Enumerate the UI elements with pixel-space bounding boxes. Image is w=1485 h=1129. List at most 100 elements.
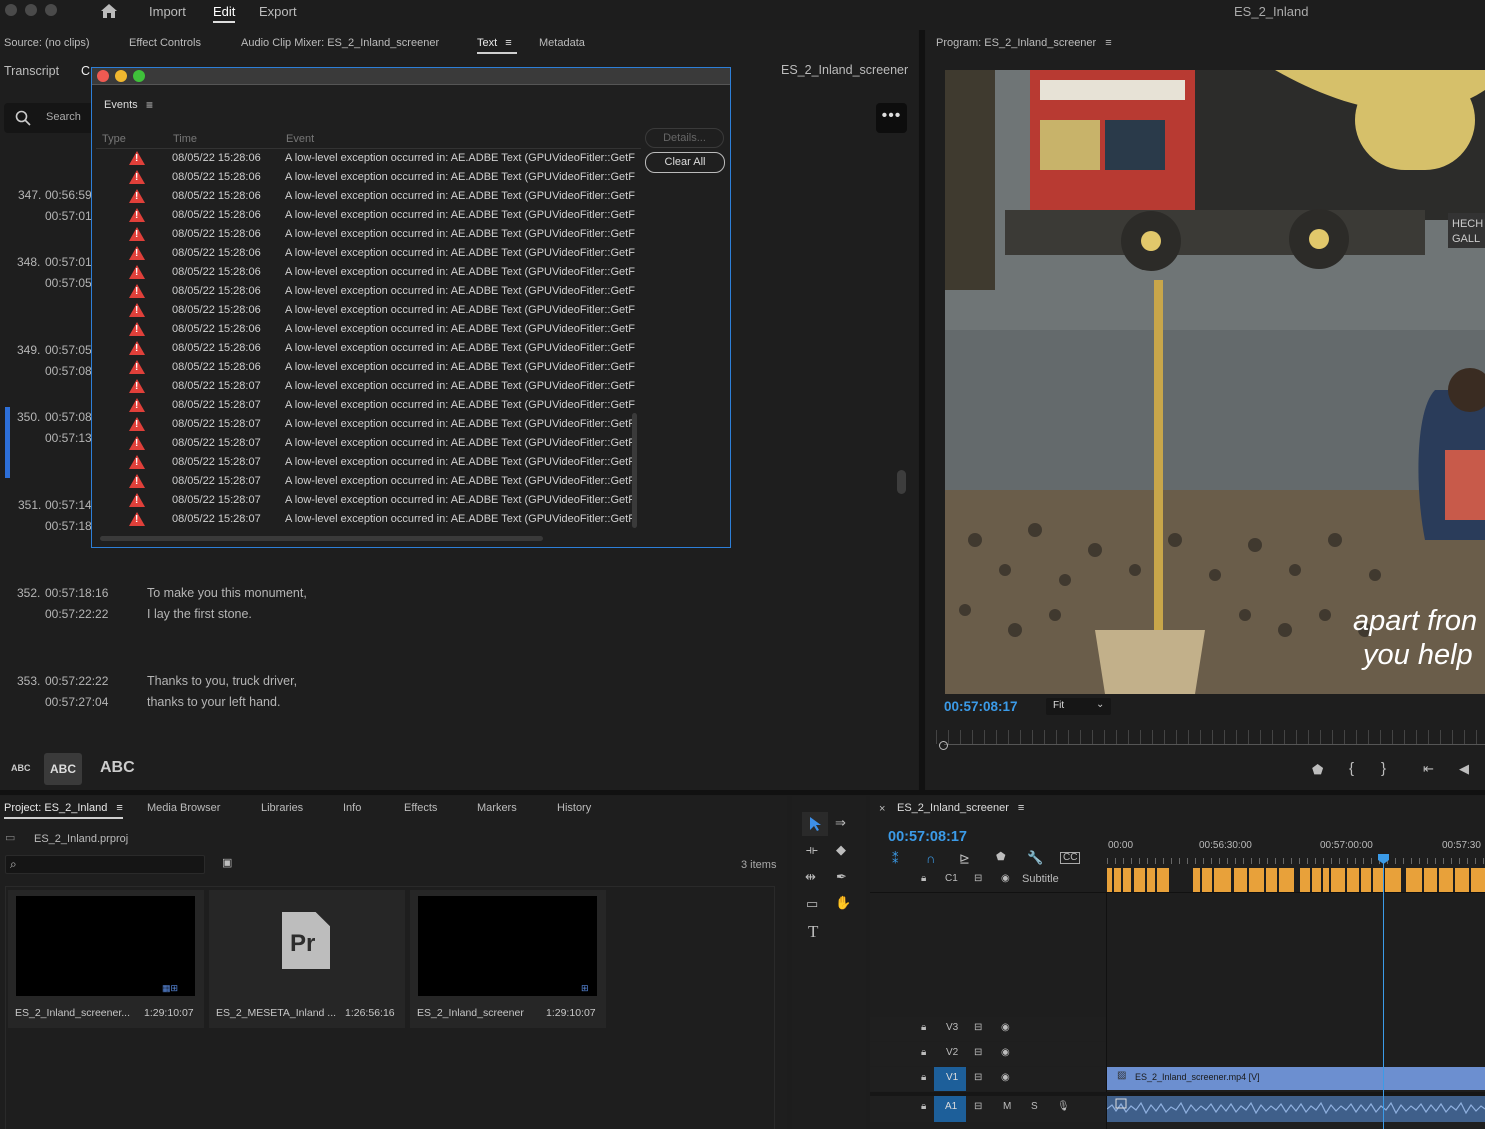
project-item[interactable]: Pr ES_2_MESETA_Inland ... 1:26:56:16 (209, 890, 405, 1028)
event-row[interactable]: 08/05/22 15:28:07 A low-level exception o… (96, 434, 636, 453)
caption-in[interactable]: 00:57:05 (45, 343, 92, 357)
timeline-sequence-tab[interactable]: ES_2_Inland_screener ≡ (897, 802, 1024, 814)
new-bin-icon[interactable]: ▣ (222, 858, 232, 869)
subtab-transcript[interactable]: Transcript (4, 64, 59, 78)
mark-in-icon[interactable]: { (1349, 761, 1354, 776)
scroll-thumb[interactable] (897, 470, 906, 494)
caption-out[interactable]: 00:57:27:04 (45, 695, 108, 709)
linked-selection-icon[interactable]: ⊵ (959, 852, 970, 865)
event-row[interactable]: 08/05/22 15:28:07 A low-level exception o… (96, 472, 636, 491)
timeline-ruler[interactable]: 00:00 00:56:30:00 00:57:00:00 00:57:30 (1107, 836, 1485, 866)
tab-libraries[interactable]: Libraries (261, 802, 303, 814)
hand-tool-icon[interactable]: ✋ (835, 896, 851, 909)
event-row[interactable]: 08/05/22 15:28:06 A low-level exception o… (96, 358, 636, 377)
caption-out[interactable]: 00:57:22:22 (45, 607, 108, 621)
event-row[interactable]: 08/05/22 15:28:06 A low-level exception o… (96, 206, 636, 225)
event-row[interactable]: 08/05/22 15:28:06 A low-level exception o… (96, 225, 636, 244)
event-row[interactable]: 08/05/22 15:28:07 A low-level exception o… (96, 491, 636, 510)
events-scrollbar[interactable] (632, 413, 637, 528)
eye-icon[interactable]: ◉ (1001, 873, 1010, 884)
event-row[interactable]: 08/05/22 15:28:06 A low-level exception o… (96, 168, 636, 187)
slip-tool-icon[interactable]: ⇹ (805, 870, 816, 883)
home-icon[interactable] (100, 3, 118, 19)
timeline-playhead[interactable] (1383, 854, 1384, 1129)
caption-line[interactable]: Thanks to you, truck driver, (147, 674, 297, 688)
tab-source[interactable]: Source: (no clips) (4, 37, 90, 49)
workspace-import[interactable]: Import (149, 4, 186, 19)
lock-icon[interactable]: 🔒︎ (921, 1022, 926, 1033)
event-row[interactable]: 08/05/22 15:28:06 A low-level exception o… (96, 282, 636, 301)
caption-line[interactable]: I lay the first stone. (147, 607, 252, 621)
event-row[interactable]: 08/05/22 15:28:06 A low-level exception o… (96, 149, 636, 168)
caption-in[interactable]: 00:57:18:16 (45, 586, 108, 600)
sync-lock-icon[interactable]: ⊟ (974, 873, 982, 884)
tab-markers[interactable]: Markers (477, 802, 517, 814)
a1-audio-clip[interactable] (1107, 1096, 1485, 1122)
lock-icon[interactable]: 🔒︎ (921, 1047, 926, 1058)
program-scrub-ruler[interactable] (936, 730, 1485, 744)
minimize-dialog-button[interactable] (115, 70, 127, 82)
panel-menu-icon[interactable]: ≡ (1105, 37, 1111, 49)
program-timecode[interactable]: 00:57:08:17 (944, 699, 1018, 714)
tab-metadata[interactable]: Metadata (539, 37, 585, 49)
caption-in[interactable]: 00:57:01: (45, 255, 95, 269)
caption-out[interactable]: 00:57:05 (45, 276, 92, 290)
event-row[interactable]: 08/05/22 15:28:06 A low-level exception o… (96, 301, 636, 320)
snap-icon[interactable]: ∩ (926, 852, 935, 865)
lock-icon[interactable]: 🔒︎ (921, 1101, 926, 1112)
caption-out[interactable]: 00:57:13: (45, 431, 95, 445)
more-options-button[interactable]: ••• (876, 103, 907, 133)
lock-icon[interactable]: 🔒︎ (921, 873, 926, 884)
close-sequence-icon[interactable]: × (879, 804, 885, 815)
caption-out[interactable]: 00:57:08 (45, 364, 92, 378)
tab-info[interactable]: Info (343, 802, 361, 814)
razor-icon[interactable]: ◆ (836, 843, 846, 856)
step-back-icon[interactable]: ◀︎ (1459, 762, 1469, 775)
project-item[interactable]: ▦⊞ ES_2_Inland_screener... 1:29:10:07 (8, 890, 204, 1028)
type-tool-icon[interactable]: T (808, 923, 818, 940)
sync-lock-icon[interactable]: ⊟ (974, 1101, 982, 1112)
text-size-large-button[interactable]: ABC (100, 759, 135, 777)
event-row[interactable]: 08/05/22 15:28:07 A low-level exception o… (96, 453, 636, 472)
tab-media-browser[interactable]: Media Browser (147, 802, 220, 814)
event-row[interactable]: 08/05/22 15:28:07 A low-level exception o… (96, 396, 636, 415)
fit-dropdown[interactable]: Fit ⌄ (1046, 698, 1111, 715)
clear-all-button[interactable]: Clear All (645, 152, 725, 173)
zoom-dialog-button[interactable] (133, 70, 145, 82)
text-size-small-button[interactable]: ABC (11, 763, 31, 773)
sync-lock-icon[interactable]: ⊟ (974, 1072, 982, 1083)
column-event[interactable]: Event (286, 133, 314, 145)
workspace-export[interactable]: Export (259, 4, 297, 19)
nest-icon[interactable]: ⁑ (892, 852, 899, 865)
caption-out[interactable]: 00:57:18: (45, 519, 95, 533)
tab-audio-clip-mixer[interactable]: Audio Clip Mixer: ES_2_Inland_screener (241, 37, 439, 49)
event-row[interactable]: 08/05/22 15:28:06 A low-level exception o… (96, 320, 636, 339)
ripple-edit-icon[interactable]: ⟛ (806, 843, 818, 856)
event-row[interactable]: 08/05/22 15:28:07 A low-level exception o… (96, 415, 636, 434)
microphone-icon[interactable]: 🎙︎ (1057, 1101, 1070, 1112)
search-field[interactable]: Search (4, 103, 94, 133)
panel-menu-icon[interactable]: ≡ (116, 802, 122, 814)
caption-line[interactable]: thanks to your left hand. (147, 695, 280, 709)
sync-lock-icon[interactable]: ⊟ (974, 1022, 982, 1033)
pen-tool-icon[interactable]: ✒ (836, 870, 847, 883)
solo-button[interactable]: S (1031, 1101, 1038, 1112)
eye-icon[interactable]: ◉ (1001, 1072, 1010, 1083)
caption-track-clips[interactable] (1107, 868, 1485, 892)
event-row[interactable]: 08/05/22 15:28:06 A low-level exception o… (96, 339, 636, 358)
panel-menu-icon[interactable]: ≡ (505, 37, 511, 49)
tab-effect-controls[interactable]: Effect Controls (129, 37, 201, 49)
panel-menu-icon[interactable]: ≡ (1018, 802, 1024, 814)
column-time[interactable]: Time (173, 133, 197, 145)
lock-icon[interactable]: 🔒︎ (921, 1072, 926, 1083)
v1-clip[interactable]: ▨ ES_2_Inland_screener.mp4 [V] (1107, 1067, 1485, 1090)
caption-in[interactable]: 00:57:22:22 (45, 674, 108, 688)
events-menu-icon[interactable]: ≡ (146, 98, 153, 112)
project-item[interactable]: ⊞ ES_2_Inland_screener 1:29:10:07 (410, 890, 606, 1028)
minimize-window-button[interactable] (25, 4, 37, 16)
caption-in[interactable]: 00:57:08 (45, 410, 92, 424)
caption-line[interactable]: To make you this monument, (147, 586, 307, 600)
column-type[interactable]: Type (102, 133, 126, 145)
tab-text[interactable]: Text ≡ (477, 37, 517, 54)
details-button[interactable]: Details... (645, 128, 724, 148)
